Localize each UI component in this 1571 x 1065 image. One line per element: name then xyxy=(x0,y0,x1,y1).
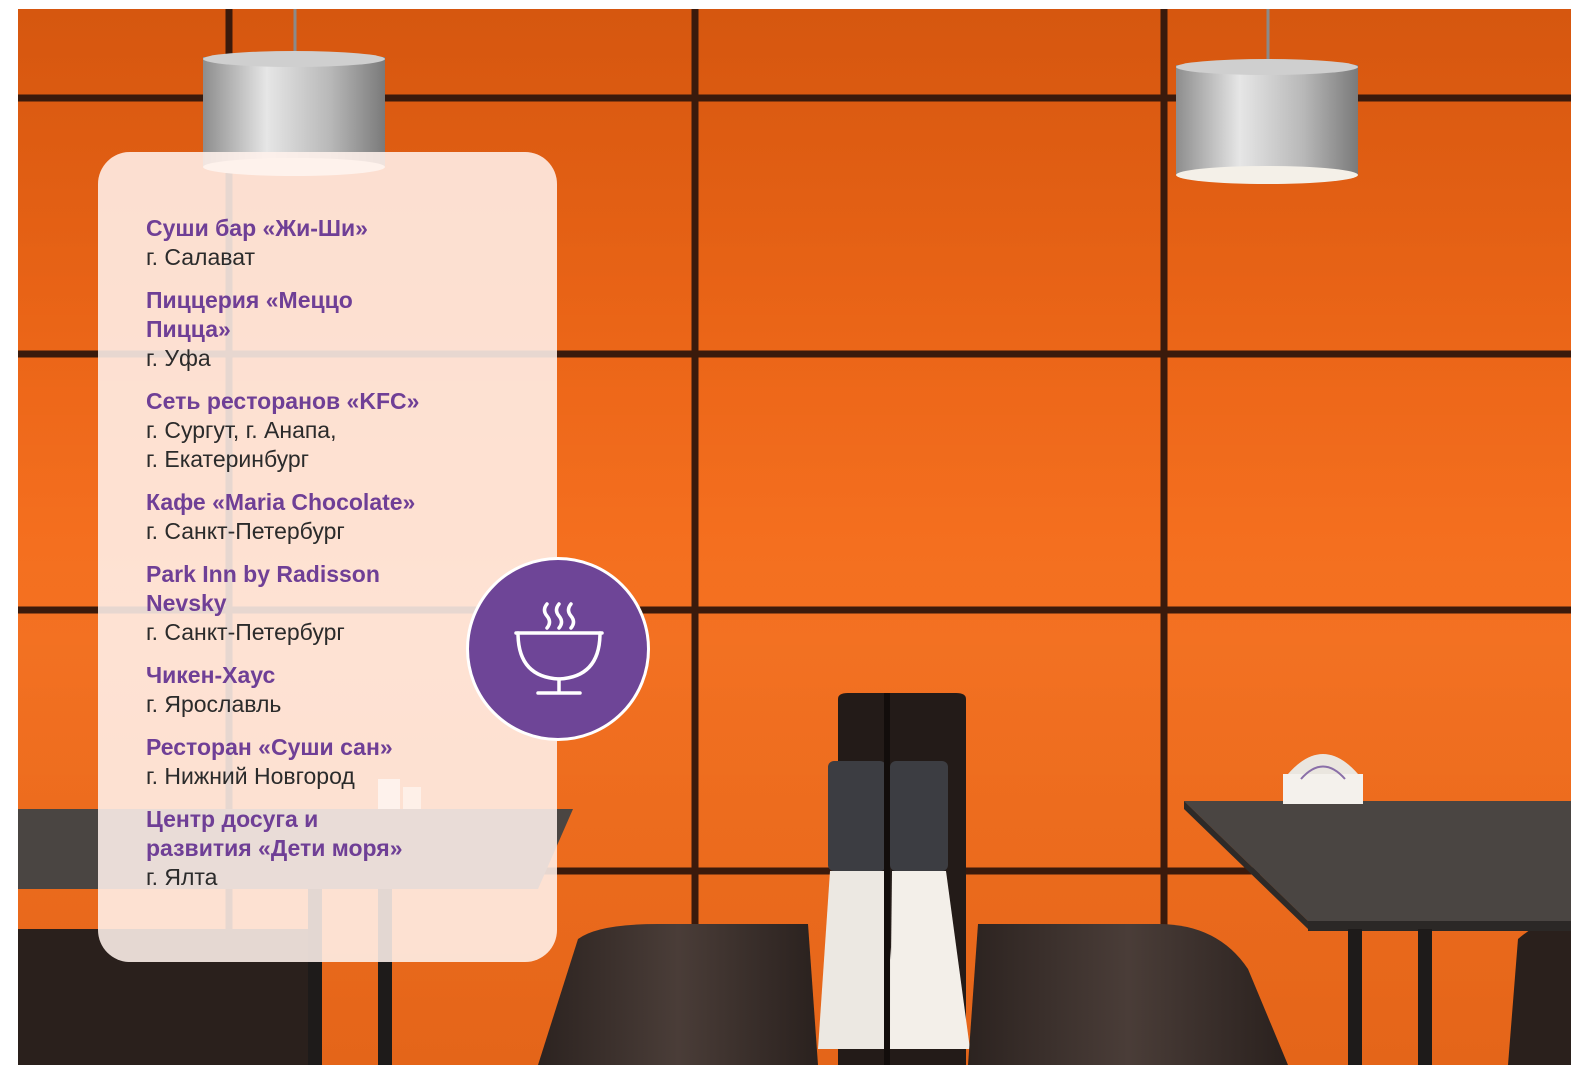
venue-city: г. Уфа xyxy=(146,345,211,371)
venue-list-card: Суши бар «Жи-Ши» г. Салават Пиццерия «Ме… xyxy=(98,152,557,962)
venue-name: Ресторан «Суши сан» xyxy=(146,734,393,760)
venue-entry: Сеть ресторанов «KFC» г. Сургут, г. Анап… xyxy=(146,387,517,474)
venue-entry: Кафе «Maria Chocolate» г. Санкт-Петербур… xyxy=(146,488,517,546)
soup-bowl-icon xyxy=(514,602,604,695)
venue-name: Сеть ресторанов «KFC» xyxy=(146,388,420,414)
venue-city: г. Санкт-Петербург xyxy=(146,619,345,645)
venue-name: Пиццерия «Меццо Пицца» xyxy=(146,287,353,342)
venue-city: г. Сургут, г. Анапа, г. Екатеринбург xyxy=(146,417,337,472)
page: Суши бар «Жи-Ши» г. Салават Пиццерия «Ме… xyxy=(0,0,1571,1065)
venue-city: г. Санкт-Петербург xyxy=(146,518,345,544)
venue-name: Кафе «Maria Chocolate» xyxy=(146,489,416,515)
venue-name: Центр досуга и развития «Дети моря» xyxy=(146,806,403,861)
venue-entry: Пиццерия «Меццо Пицца» г. Уфа xyxy=(146,286,517,373)
venue-name: Park Inn by Radisson Nevsky xyxy=(146,561,380,616)
venue-city: г. Ярославль xyxy=(146,691,282,717)
venue-city: г. Салават xyxy=(146,244,256,270)
venue-city: г. Нижний Новгород xyxy=(146,763,355,789)
venue-entry: Чикен-Хаус г. Ярославль xyxy=(146,661,517,719)
venue-city: г. Ялта xyxy=(146,864,218,890)
venue-entry: Суши бар «Жи-Ши» г. Салават xyxy=(146,214,517,272)
venue-name: Чикен-Хаус xyxy=(146,662,276,688)
venue-entry: Ресторан «Суши сан» г. Нижний Новгород xyxy=(146,733,517,791)
category-badge xyxy=(466,557,650,741)
venue-name: Суши бар «Жи-Ши» xyxy=(146,215,368,241)
venue-entry: Центр досуга и развития «Дети моря» г. Я… xyxy=(146,805,517,892)
venue-entry: Park Inn by Radisson Nevsky г. Санкт-Пет… xyxy=(146,560,517,647)
